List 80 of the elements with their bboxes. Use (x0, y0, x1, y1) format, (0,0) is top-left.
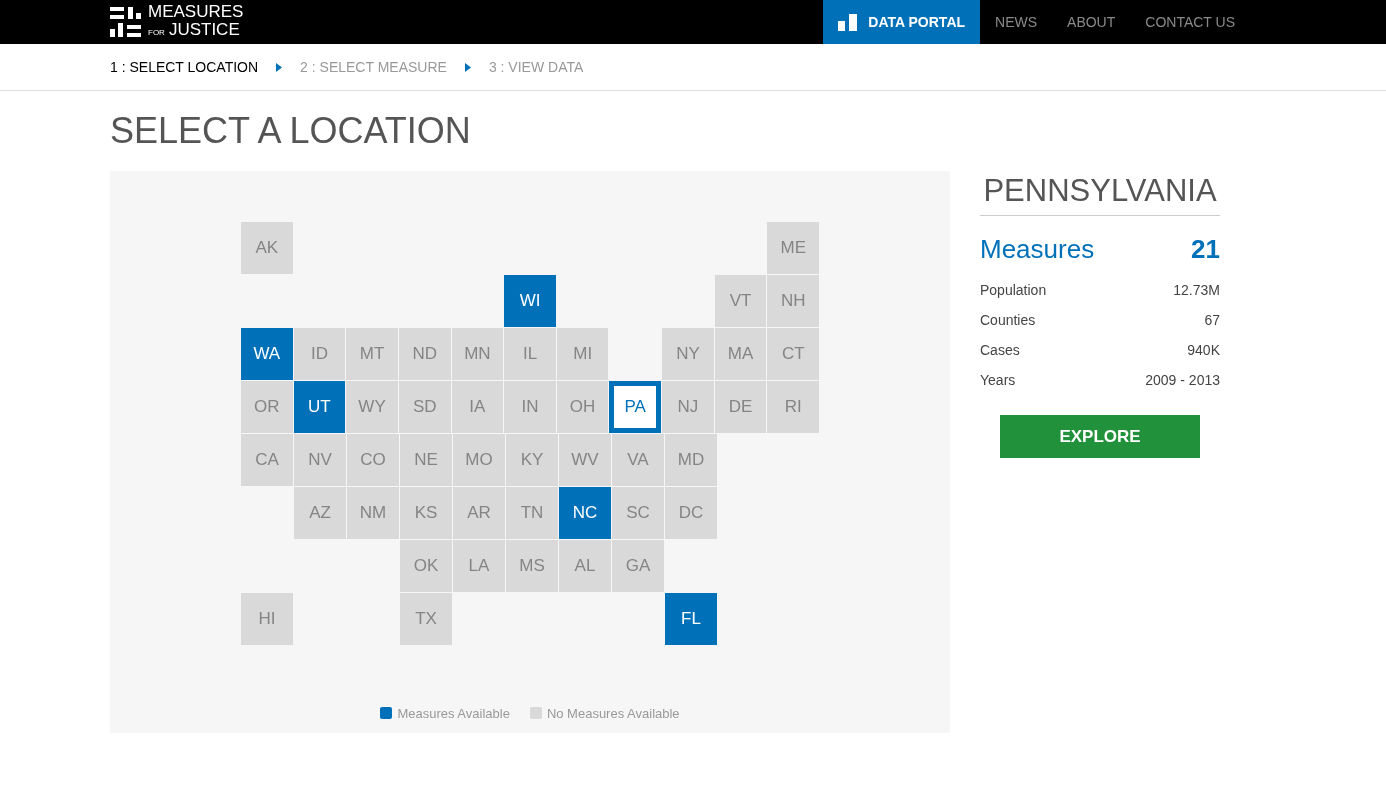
stat-label: Years (980, 370, 1016, 390)
stat-label: Counties (980, 310, 1036, 330)
state-tile[interactable]: IN (504, 381, 556, 433)
state-tile[interactable]: KS (400, 487, 452, 539)
state-tile[interactable]: TN (506, 487, 558, 539)
state-tile[interactable]: KY (506, 434, 558, 486)
logo-text: JUSTICE (168, 20, 240, 39)
logo-text: MEASURES (148, 2, 244, 21)
state-tile[interactable]: VT (714, 275, 767, 327)
state-tile[interactable]: OH (556, 381, 609, 433)
state-tile[interactable]: NE (400, 434, 452, 486)
state-tile[interactable]: MO (453, 434, 505, 486)
stat-value: 940K (1187, 340, 1220, 360)
state-tile[interactable]: AL (559, 540, 611, 592)
state-tile[interactable]: HI (241, 593, 293, 645)
state-tile[interactable]: MT (346, 328, 398, 380)
step-link[interactable]: 1 : SELECT LOCATION (110, 56, 259, 78)
state-tile[interactable]: MS (506, 540, 558, 592)
state-tile[interactable]: NM (347, 487, 399, 539)
explore-button[interactable]: EXPLORE (1000, 415, 1200, 458)
step-link[interactable]: 2 : SELECT MEASURE (300, 56, 447, 78)
state-tile[interactable]: NJ (662, 381, 714, 433)
state-tile[interactable]: SD (398, 381, 451, 433)
state-tile[interactable]: SC (612, 487, 664, 539)
state-tile[interactable]: ME (767, 222, 820, 274)
caret-right-icon (464, 62, 471, 72)
page-title: SELECT A LOCATION (110, 109, 472, 153)
state-tile[interactable]: WA (241, 328, 293, 380)
step-link[interactable]: 3 : VIEW DATA (488, 56, 584, 78)
logo-text: FOR (148, 26, 165, 39)
legend-label: Measures Available (397, 704, 510, 723)
state-tile[interactable]: DC (665, 487, 717, 539)
state-tile[interactable]: CA (241, 434, 293, 486)
state-tile[interactable]: CO (347, 434, 399, 486)
state-tile[interactable]: WI (504, 275, 556, 327)
state-tile[interactable]: MA (714, 328, 767, 380)
nav-link[interactable]: NEWS (980, 0, 1053, 44)
nav-link[interactable]: ABOUT (1052, 0, 1131, 44)
stat-value: 67 (1204, 310, 1220, 330)
state-tile[interactable]: CT (767, 328, 820, 380)
state-tile[interactable]: PA (609, 381, 662, 433)
stat-label: Cases (980, 340, 1020, 360)
state-tile[interactable]: AK (241, 222, 293, 274)
state-tile[interactable]: VA (612, 434, 664, 486)
state-tile[interactable]: MN (451, 328, 504, 380)
state-tile[interactable]: IL (504, 328, 556, 380)
state-tile[interactable]: NV (294, 434, 346, 486)
caret-right-icon (276, 62, 283, 72)
state-tile[interactable]: UT (293, 381, 346, 433)
state-tile[interactable]: FL (665, 593, 717, 645)
legend-label: No Measures Available (546, 704, 680, 723)
state-tile[interactable]: NC (559, 487, 611, 539)
logo-bars-icon (110, 5, 142, 39)
state-tile[interactable]: RI (767, 381, 819, 433)
stat-value: 12.73M (1173, 280, 1220, 300)
state-tile[interactable]: WV (559, 434, 611, 486)
stat-label: Population (980, 280, 1047, 300)
state-tile[interactable]: AR (453, 487, 505, 539)
state-tile[interactable]: MI (556, 328, 609, 380)
state-tile[interactable]: MD (665, 434, 717, 486)
state-tile[interactable]: WY (346, 381, 398, 433)
location-title: PENNSYLVANIA (980, 171, 1220, 216)
nav-link[interactable]: DATA PORTAL (823, 0, 981, 44)
state-tile[interactable]: DE (714, 381, 767, 433)
state-tile[interactable]: TX (400, 593, 452, 645)
state-tile[interactable]: GA (612, 540, 664, 592)
measures-count: 21 (1191, 233, 1220, 266)
bar-chart-icon (838, 13, 859, 31)
nav-link[interactable]: CONTACT US (1130, 0, 1250, 44)
state-tile[interactable]: ND (398, 328, 451, 380)
state-tile[interactable]: OR (241, 381, 293, 433)
state-tile[interactable]: AZ (294, 487, 346, 539)
state-tile[interactable]: IA (451, 381, 504, 433)
stat-value: 2009 - 2013 (1145, 370, 1220, 390)
state-tile[interactable]: NY (662, 328, 714, 380)
measures-label: Measures (980, 233, 1095, 266)
state-tile[interactable]: NH (767, 275, 820, 327)
state-tile[interactable]: ID (293, 328, 346, 380)
state-tile[interactable]: LA (453, 540, 505, 592)
state-tile[interactable]: OK (400, 540, 452, 592)
